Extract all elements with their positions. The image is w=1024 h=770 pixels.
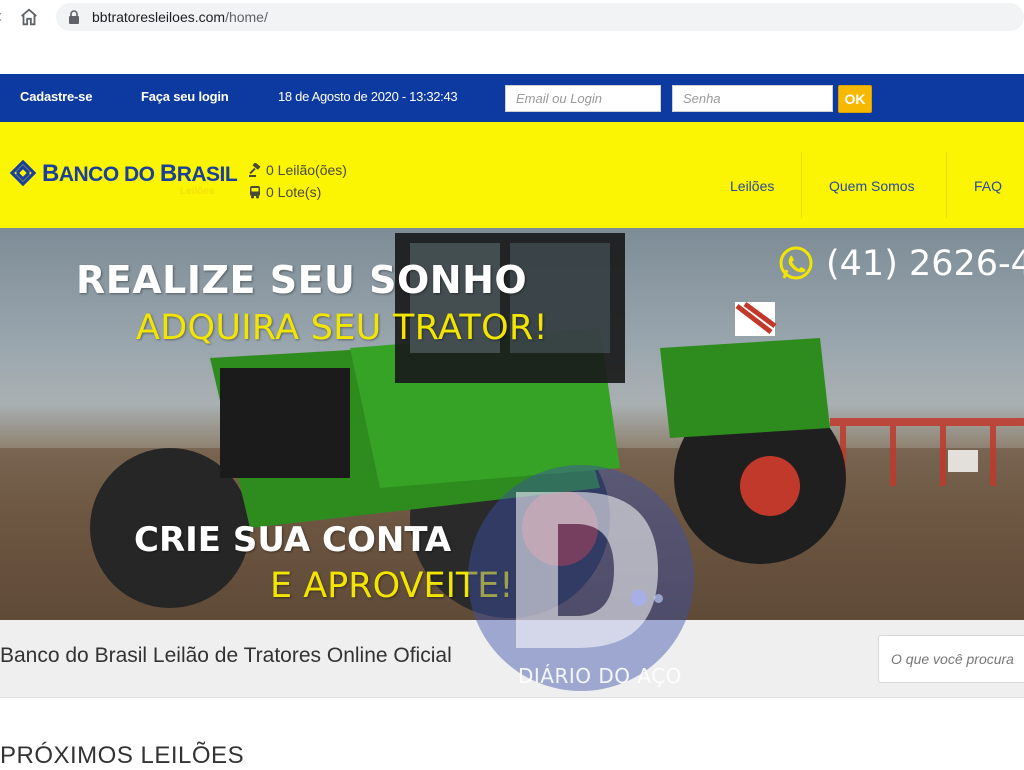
ok-button[interactable]: OK bbox=[838, 85, 872, 113]
nav-faq[interactable]: FAQ bbox=[974, 178, 1002, 194]
title-search-strip: Banco do Brasil Leilão de Tratores Onlin… bbox=[0, 620, 1024, 698]
lots-count: 0 Lote(s) bbox=[266, 184, 322, 200]
signup-link[interactable]: Cadastre-se bbox=[20, 89, 92, 104]
url-text: bbtratoresleiloes.com/home/ bbox=[92, 9, 268, 25]
logo-wordmark: BANCO DO BRASIL bbox=[42, 160, 238, 188]
upcoming-auctions-heading: PRÓXIMOS LEILÕES bbox=[0, 742, 245, 769]
phone-number: (41) 2626-40 bbox=[826, 244, 1024, 284]
auctions-counter[interactable]: 0 Leilão(ões) bbox=[248, 162, 347, 178]
hero-cta-subheadline: E APROVEITE! bbox=[270, 566, 514, 606]
logo-subtitle: Leilões bbox=[180, 186, 215, 197]
address-bar[interactable]: bbtratoresleiloes.com/home/ bbox=[56, 3, 1024, 31]
logo-word-rasil: RASIL bbox=[176, 163, 238, 186]
login-link[interactable]: Faça seu login bbox=[141, 89, 229, 104]
back-arrow-icon[interactable]: ‹ bbox=[0, 6, 2, 27]
hero-cta-headline: CRIE SUA CONTA bbox=[134, 520, 452, 560]
lots-counter[interactable]: 0 Lote(s) bbox=[248, 184, 321, 200]
logo-letter-b: B bbox=[42, 160, 59, 187]
whatsapp-contact[interactable]: (41) 2626-40 bbox=[776, 244, 1024, 284]
browser-toolbar: ‹ bbtratoresleiloes.com/home/ bbox=[0, 0, 1024, 36]
nav-divider bbox=[946, 152, 947, 218]
password-input[interactable] bbox=[672, 85, 833, 112]
hero-carousel[interactable]: REALIZE SEU SONHO ADQUIRA SEU TRATOR! CR… bbox=[0, 228, 1024, 620]
search-input[interactable] bbox=[878, 635, 1024, 683]
email-login-input[interactable] bbox=[505, 85, 661, 112]
whatsapp-icon bbox=[779, 246, 813, 280]
url-path: /home/ bbox=[225, 9, 268, 25]
watermark-text: DIÁRIO DO AÇO bbox=[518, 664, 682, 688]
url-host: bbtratoresleiloes.com bbox=[92, 9, 226, 25]
top-bar: Cadastre-se Faça seu login 18 de Agosto … bbox=[0, 74, 1024, 122]
nav-divider bbox=[801, 152, 802, 218]
current-datetime: 18 de Agosto de 2020 - 13:32:43 bbox=[278, 89, 458, 104]
nav-quem-somos[interactable]: Quem Somos bbox=[829, 178, 915, 194]
page-subtitle: Banco do Brasil Leilão de Tratores Onlin… bbox=[0, 644, 452, 667]
banco-do-brasil-logo[interactable]: BANCO DO BRASIL Leilões bbox=[8, 156, 238, 200]
logo-letter-b2: B bbox=[159, 160, 177, 187]
logo-word-banco-do: ANCO DO bbox=[58, 163, 160, 186]
site-header: BANCO DO BRASIL Leilões 0 Leilão(ões) 0 … bbox=[0, 122, 1024, 228]
auctions-count: 0 Leilão(ões) bbox=[266, 162, 347, 178]
nav-leiloes[interactable]: Leilões bbox=[730, 178, 774, 194]
bb-logo-mark-icon bbox=[9, 159, 37, 187]
hero-subheadline: ADQUIRA SEU TRATOR! bbox=[136, 308, 548, 348]
gavel-icon bbox=[249, 163, 261, 177]
page-top-spacer bbox=[0, 36, 1024, 74]
bus-icon bbox=[250, 186, 260, 199]
lock-icon bbox=[69, 10, 79, 24]
hero-headline: REALIZE SEU SONHO bbox=[76, 258, 528, 302]
carousel-dot-active[interactable] bbox=[631, 590, 647, 606]
home-icon[interactable] bbox=[18, 6, 40, 28]
carousel-dot[interactable] bbox=[654, 594, 663, 603]
